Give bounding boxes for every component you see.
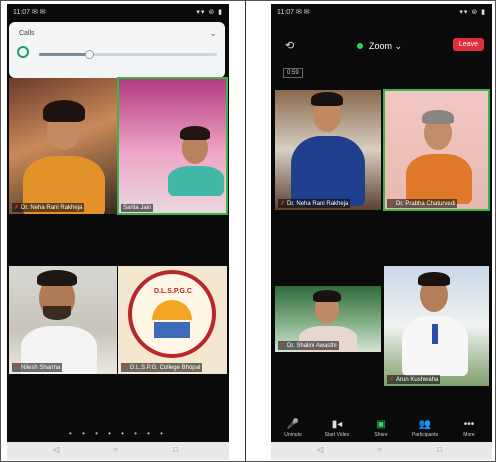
- video-tile-active-speaker[interactable]: Sarita Jain: [117, 77, 228, 215]
- call-volume-popup: Calls ⌄: [9, 22, 225, 78]
- video-camera-icon: ▮◂: [331, 419, 343, 430]
- muted-mic-icon: ✗: [389, 201, 395, 207]
- participant-name-label: ✗ Nilesh Sharma: [12, 363, 63, 372]
- muted-mic-icon: ✗: [280, 343, 286, 349]
- muted-mic-icon: ✗: [389, 377, 395, 383]
- video-tile[interactable]: ✗ Nilesh Sharma: [9, 266, 117, 374]
- home-icon[interactable]: ○: [377, 445, 382, 454]
- home-icon[interactable]: ○: [113, 445, 118, 454]
- muted-mic-icon: ✗: [280, 201, 286, 207]
- page-indicator-dots[interactable]: • • • • • • • •: [7, 429, 229, 438]
- share-screen-icon: ▣: [376, 419, 386, 430]
- panel-divider: [245, 0, 246, 462]
- participant-name-label: ✗ Dr. Prabha Chaturvedi: [387, 199, 458, 208]
- college-logo: D.L.S.P.G.C: [128, 270, 216, 358]
- more-options-icon: •••: [463, 419, 475, 430]
- unmute-button[interactable]: 🎤 Unmute: [273, 418, 313, 438]
- video-tile[interactable]: ✗ Dr. Neha Rani Rakheja: [275, 90, 381, 210]
- status-bar: 11:07 ✉ ✉ ▾▾ ⊚ ▮: [13, 8, 223, 20]
- participant-name-label: ✗ Arun Kushwaha: [387, 375, 441, 384]
- muted-mic-icon: ✗: [123, 365, 129, 371]
- participant-name-label: ✗ Dr. Shalini Awasthi: [278, 341, 339, 350]
- status-time: 11:07 ✉ ✉: [13, 9, 46, 16]
- status-icons: ▾▾ ⊚ ▮: [459, 9, 486, 16]
- video-tile[interactable]: ✗ Dr. Shalini Awasthi: [275, 286, 381, 352]
- video-tile[interactable]: D.L.S.P.G.C ✗ D.L.S.P.G. College Bhopal: [118, 266, 227, 374]
- participant-name-label: ✗ Dr. Neha Rani Rakheja: [12, 203, 85, 212]
- android-nav-bar: ◁ ○ □: [7, 442, 229, 460]
- muted-mic-icon: ✗: [14, 205, 20, 211]
- share-button[interactable]: ▣ Share: [361, 418, 401, 438]
- switch-camera-icon[interactable]: ⟲: [285, 39, 294, 52]
- leave-button[interactable]: Leave: [452, 38, 484, 51]
- status-bar: 11:07 ✉ ✉ ▾▾ ⊚ ▮: [277, 8, 486, 20]
- logo-text: D.L.S.P.G.C: [154, 288, 192, 295]
- status-icons: ▾▾ ⊚ ▮: [196, 9, 223, 16]
- meeting-timer-badge: 0:59: [283, 68, 303, 78]
- right-phone-screen: 11:07 ✉ ✉ ▾▾ ⊚ ▮ ⟲ Zoom ⌄ Leave 0:59 ✗ Dr…: [271, 4, 492, 460]
- recent-apps-icon[interactable]: □: [173, 445, 178, 454]
- start-video-button[interactable]: ▮◂ Start Video: [317, 418, 357, 438]
- call-volume-icon: [17, 46, 29, 58]
- video-tile[interactable]: ✗ Arun Kushwaha: [384, 266, 489, 386]
- left-phone-screen: 11:07 ✉ ✉ ▾▾ ⊚ ▮ Calls ⌄ ✗ Dr. Neha Rani …: [7, 4, 229, 460]
- chevron-down-icon[interactable]: ⌄: [209, 28, 217, 39]
- encryption-status-icon: [357, 43, 363, 49]
- participant-name-label: ✗ D.L.S.P.G. College Bhopal: [121, 363, 203, 372]
- participant-name-label: ✗ Dr. Neha Rani Rakheja: [278, 199, 351, 208]
- video-tile-active-speaker[interactable]: ✗ Dr. Prabha Chaturvedi: [383, 89, 490, 211]
- video-tile[interactable]: ✗ Dr. Neha Rani Rakheja: [9, 78, 117, 214]
- participant-name-label: Sarita Jain: [121, 204, 154, 212]
- back-icon[interactable]: ◁: [317, 445, 323, 454]
- popup-title: Calls: [19, 30, 35, 37]
- volume-slider-knob[interactable]: [84, 50, 94, 59]
- volume-slider-fill: [39, 53, 89, 56]
- participants-button[interactable]: 👥 Participants: [405, 418, 445, 438]
- participants-icon: 👥: [418, 419, 432, 430]
- back-icon[interactable]: ◁: [53, 445, 59, 454]
- more-button[interactable]: ••• More: [449, 418, 489, 438]
- status-time: 11:07 ✉ ✉: [277, 9, 310, 16]
- recent-apps-icon[interactable]: □: [437, 445, 442, 454]
- android-nav-bar: ◁ ○ □: [271, 442, 492, 460]
- microphone-icon: 🎤: [286, 419, 300, 430]
- meeting-header: ⟲ Zoom ⌄ Leave: [271, 36, 492, 56]
- muted-mic-icon: ✗: [14, 365, 20, 371]
- meeting-title-menu[interactable]: Zoom ⌄: [357, 41, 402, 52]
- volume-slider[interactable]: [39, 50, 217, 59]
